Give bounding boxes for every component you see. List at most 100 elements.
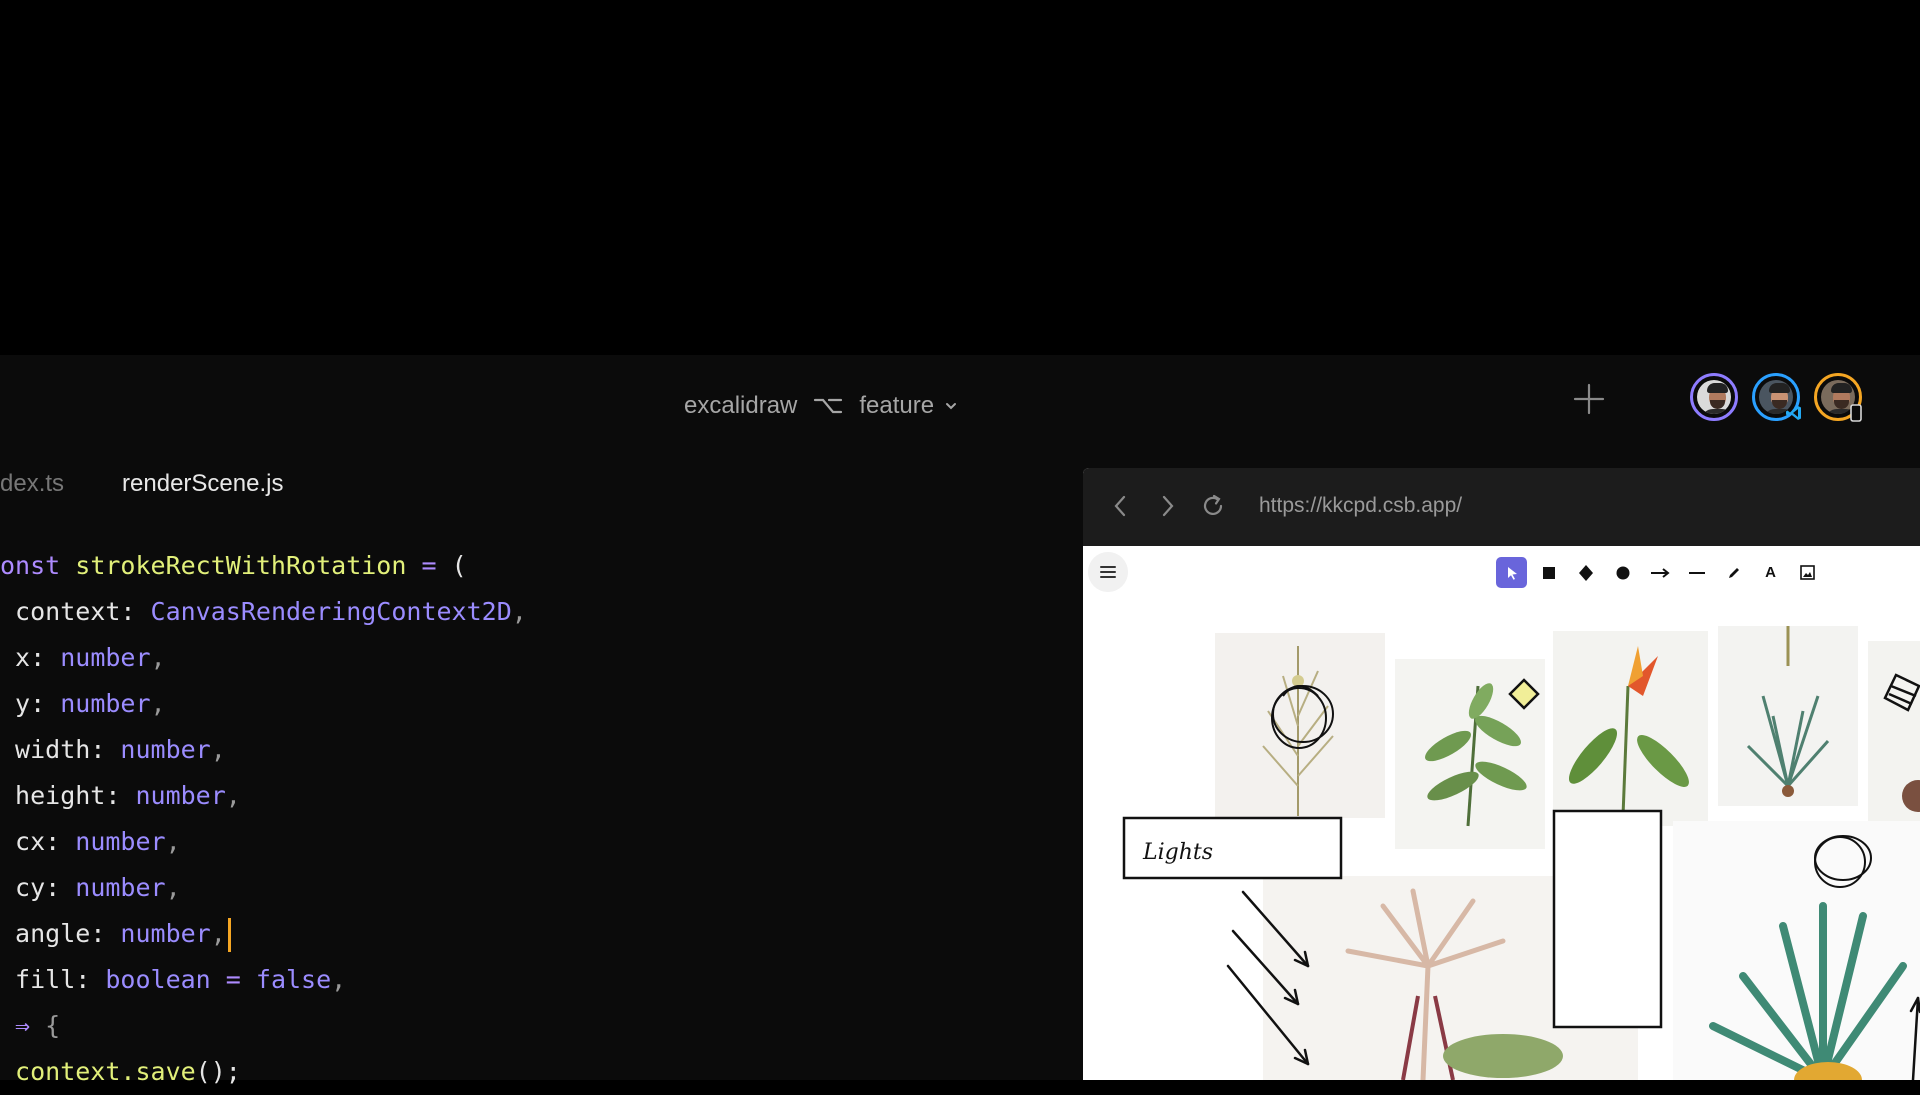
- code-line[interactable]: width: number,: [0, 727, 527, 773]
- arrow-tool-icon[interactable]: [1644, 557, 1675, 588]
- draw-tool-icon[interactable]: [1718, 557, 1749, 588]
- code-token: false: [255, 965, 332, 994]
- code-token: CanvasRenderingContext2D: [150, 597, 512, 626]
- code-editor[interactable]: onst strokeRectWithRotation = ( context:…: [0, 543, 527, 1095]
- pineapple-image[interactable]: [1673, 821, 1920, 1080]
- code-token: (: [451, 551, 467, 580]
- text-cursor: [227, 918, 231, 952]
- avatar-user-2[interactable]: [1752, 373, 1801, 421]
- plant-image-1[interactable]: [1215, 633, 1385, 818]
- code-line[interactable]: cx: number,: [0, 819, 527, 865]
- git-branch-icon: [814, 398, 843, 414]
- tab-index-ts[interactable]: dex.ts: [0, 470, 64, 510]
- code-token: ,: [511, 597, 527, 626]
- plus-icon[interactable]: [1572, 382, 1606, 416]
- chevron-down-icon: [946, 403, 957, 410]
- selection-tool-icon[interactable]: [1496, 557, 1527, 588]
- forward-arrow-icon[interactable]: [1153, 492, 1181, 520]
- code-token: number: [60, 689, 151, 718]
- excalidraw-toolbar: A: [1496, 557, 1823, 588]
- branch-name: feature: [859, 392, 935, 419]
- excalidraw-canvas[interactable]: Lights A: [1083, 546, 1920, 1080]
- code-token: ,: [150, 689, 166, 718]
- code-token: angle: [0, 919, 91, 948]
- code-token: y: [0, 689, 31, 718]
- code-token: ,: [165, 873, 181, 902]
- plant-image-4[interactable]: [1718, 626, 1858, 806]
- code-line[interactable]: x: number,: [0, 635, 527, 681]
- image-tool-icon[interactable]: [1792, 557, 1823, 588]
- tall-rectangle[interactable]: [1552, 809, 1663, 1029]
- code-token: number: [120, 919, 211, 948]
- top-black-area: [0, 0, 1920, 355]
- avatar-user-1[interactable]: [1690, 373, 1738, 421]
- code-token: ,: [210, 735, 226, 764]
- code-token: fill: [0, 965, 76, 994]
- code-line[interactable]: context.save();: [0, 1049, 527, 1095]
- code-token: :: [120, 597, 151, 626]
- top-bar: excalidraw feature: [0, 355, 1920, 450]
- code-line[interactable]: height: number,: [0, 773, 527, 819]
- code-token: number: [135, 781, 226, 810]
- code-token: ,: [150, 643, 166, 672]
- hamburger-menu-icon[interactable]: [1088, 552, 1128, 592]
- code-token: ⇒: [0, 1011, 31, 1040]
- code-token: ,: [331, 965, 347, 994]
- code-token: ();: [195, 1057, 241, 1086]
- code-line[interactable]: cy: number,: [0, 865, 527, 911]
- code-line[interactable]: angle: number,: [0, 911, 527, 957]
- code-token: onst: [0, 551, 76, 580]
- canvas-scene: Lights: [1122, 626, 1920, 1080]
- codesandbox-app: excalidraw feature dex.ts renderScene.js…: [0, 355, 1920, 1086]
- tab-renderscene-js[interactable]: renderScene.js: [122, 470, 283, 510]
- code-line[interactable]: context: CanvasRenderingContext2D,: [0, 589, 527, 635]
- code-token: =: [210, 965, 256, 994]
- reload-icon[interactable]: [1199, 492, 1227, 520]
- code-token: width: [0, 735, 91, 764]
- plant-image-5[interactable]: [1868, 641, 1920, 826]
- code-line[interactable]: ⇒ {: [0, 1003, 527, 1049]
- avatar-user-3[interactable]: [1814, 373, 1862, 422]
- vscode-icon: [1786, 406, 1801, 420]
- code-token: ,: [165, 827, 181, 856]
- code-token: :: [30, 689, 61, 718]
- text-tool-icon[interactable]: A: [1755, 557, 1786, 588]
- code-line[interactable]: onst strokeRectWithRotation = (: [0, 543, 527, 589]
- url-field[interactable]: https://kkcpd.csb.app/: [1259, 494, 1462, 518]
- diamond-tool-icon[interactable]: [1570, 557, 1601, 588]
- line-tool-icon[interactable]: [1681, 557, 1712, 588]
- code-token: :: [105, 781, 136, 810]
- code-token: :: [90, 919, 121, 948]
- code-token: cy: [0, 873, 46, 902]
- code-token: context: [0, 597, 121, 626]
- code-line[interactable]: fill: boolean = false,: [0, 957, 527, 1003]
- rectangle-tool-icon[interactable]: [1533, 557, 1564, 588]
- code-token: number: [75, 827, 166, 856]
- code-token: :: [75, 965, 106, 994]
- code-line[interactable]: y: number,: [0, 681, 527, 727]
- ellipse-tool-icon[interactable]: [1607, 557, 1638, 588]
- lights-label[interactable]: Lights: [1142, 840, 1213, 865]
- code-token: :: [30, 643, 61, 672]
- text-tool-glyph: A: [1765, 564, 1776, 581]
- mobile-device-icon: [1850, 404, 1862, 422]
- browser-preview: https://kkcpd.csb.app/ Lights A: [1083, 468, 1920, 1080]
- code-token: number: [120, 735, 211, 764]
- avatar-photo: [1697, 380, 1731, 414]
- project-branch-selector[interactable]: excalidraw feature: [684, 385, 958, 427]
- code-token: height: [0, 781, 106, 810]
- code-token: cx: [0, 827, 46, 856]
- code-token: :: [45, 873, 76, 902]
- plant-image-3[interactable]: [1553, 631, 1708, 826]
- code-token: number: [75, 873, 166, 902]
- project-name: excalidraw: [684, 392, 798, 419]
- code-token: :: [45, 827, 76, 856]
- code-token: ,: [225, 781, 241, 810]
- code-token: number: [60, 643, 151, 672]
- editor-tabs: dex.ts renderScene.js: [0, 470, 283, 510]
- code-token: boolean: [105, 965, 211, 994]
- back-arrow-icon[interactable]: [1107, 492, 1135, 520]
- preview-url-bar: https://kkcpd.csb.app/: [1083, 468, 1920, 546]
- collaborator-avatars: [1690, 373, 1862, 422]
- code-token: :: [90, 735, 121, 764]
